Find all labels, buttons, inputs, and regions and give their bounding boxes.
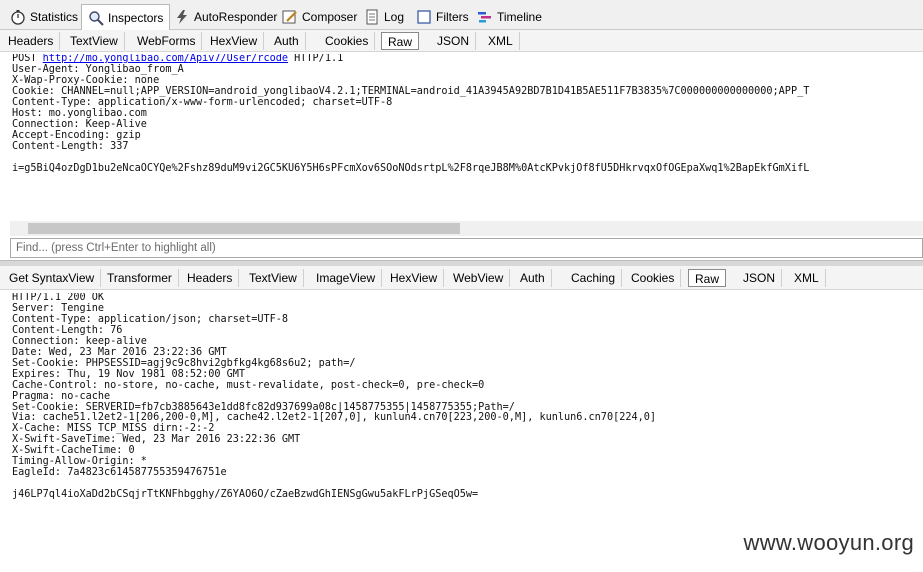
request-protocol: HTTP/1.1 xyxy=(288,54,344,64)
tab-timeline[interactable]: Timeline xyxy=(471,6,548,28)
response-tab-raw[interactable]: Raw xyxy=(688,269,727,287)
response-raw-text[interactable]: HTTP/1.1 200 OK Server: Tengine Content-Ty… xyxy=(12,293,923,563)
request-tab-xml[interactable]: XML xyxy=(482,32,520,50)
find-input[interactable]: Find... (press Ctrl+Enter to highlight a… xyxy=(10,238,923,258)
request-tab-auth[interactable]: Auth xyxy=(268,32,306,50)
response-header-line: Expires: Thu, 19 Nov 1981 08:52:00 GMT xyxy=(12,368,246,380)
response-header-line: X-Swift-SaveTime: Wed, 23 Mar 2016 23:22… xyxy=(12,434,301,446)
request-method: POST xyxy=(12,54,43,64)
request-tab-headers[interactable]: Headers xyxy=(2,32,61,50)
request-header-line: Accept-Encoding: gzip xyxy=(12,129,141,141)
main-tab-bar: Statistics Inspectors AutoResponder Comp… xyxy=(0,0,923,30)
stopwatch-icon xyxy=(10,9,26,25)
tab-filters[interactable]: Filters xyxy=(410,6,475,28)
request-header-line: Host: mo.yonglibao.com xyxy=(12,107,147,119)
response-header-line: X-Swift-CacheTime: 0 xyxy=(12,445,135,457)
request-raw-text[interactable]: POST http://mo.yonglibao.com/Apiv7/User/… xyxy=(12,54,923,220)
response-tab-caching[interactable]: Caching xyxy=(565,269,623,287)
request-header-line: Content-Type: application/x-www-form-url… xyxy=(12,96,393,108)
response-tab-auth[interactable]: Auth xyxy=(514,269,552,287)
request-tab-textview[interactable]: TextView xyxy=(64,32,125,50)
timeline-icon xyxy=(477,9,493,25)
response-body-line: j46LP7ql4ioXaDd2bCSqjrTtKNFhbgghy/Z6YAO6… xyxy=(12,489,479,501)
response-tab-textview[interactable]: TextView xyxy=(243,269,304,287)
response-header-line: EagleId: 7a4823c614587755359476751e xyxy=(12,467,227,479)
request-blank-line xyxy=(12,153,923,164)
checkbox-icon xyxy=(416,9,432,25)
request-tab-raw[interactable]: Raw xyxy=(381,32,420,50)
response-tab-webview[interactable]: WebView xyxy=(447,269,511,287)
request-header-line: Content-Length: 337 xyxy=(12,140,129,152)
response-tab-json[interactable]: JSON xyxy=(737,269,783,287)
watermark: www.wooyun.org xyxy=(743,530,914,555)
response-tab-headers[interactable]: Headers xyxy=(181,269,240,287)
response-tab-transformer[interactable]: Transformer xyxy=(101,269,179,287)
tab-label: Composer xyxy=(302,10,358,24)
request-tab-cookies[interactable]: Cookies xyxy=(319,32,376,50)
response-tab-hexview[interactable]: HexView xyxy=(384,269,445,287)
request-tab-hexview[interactable]: HexView xyxy=(204,32,265,50)
scrollbar-thumb[interactable] xyxy=(28,223,460,234)
tab-label: Log xyxy=(384,10,405,24)
magnifier-icon xyxy=(88,10,104,26)
response-tab-cookies[interactable]: Cookies xyxy=(625,269,682,287)
tab-log[interactable]: Log xyxy=(358,6,410,28)
request-tab-json[interactable]: JSON xyxy=(431,32,477,50)
document-icon xyxy=(364,9,380,25)
tab-composer[interactable]: Composer xyxy=(276,6,363,28)
response-tab-bar: Get SyntaxView Transformer Headers TextV… xyxy=(0,266,923,290)
tab-autoresponder[interactable]: AutoResponder xyxy=(168,6,283,28)
tab-label: Filters xyxy=(436,10,469,24)
response-status-line: HTTP/1.1 200 OK xyxy=(12,293,105,303)
response-header-line: Content-Length: 76 xyxy=(12,324,123,336)
request-horizontal-scrollbar[interactable] xyxy=(10,221,923,236)
response-tab-get-syntaxview[interactable]: Get SyntaxView xyxy=(3,269,102,287)
request-body-line: i=g5BiQ4ozDgD1bu2eNcaOCYQe%2Fshz89duM9vi… xyxy=(12,162,810,174)
tab-inspectors[interactable]: Inspectors xyxy=(81,4,171,30)
lightning-icon xyxy=(174,9,190,25)
response-header-line: Pragma: no-cache xyxy=(12,390,111,402)
tab-label: Timeline xyxy=(497,10,542,24)
request-tab-bar: Headers TextView WebForms HexView Auth C… xyxy=(0,30,923,52)
response-tab-xml[interactable]: XML xyxy=(788,269,826,287)
tab-label: Statistics xyxy=(30,10,79,24)
response-header-line: Cache-Control: no-store, no-cache, must-… xyxy=(12,379,485,391)
response-tab-imageview[interactable]: ImageView xyxy=(310,269,383,287)
tab-label: AutoResponder xyxy=(194,10,278,24)
pencil-icon xyxy=(282,9,298,25)
request-header-line: Connection: Keep-Alive xyxy=(12,118,147,130)
request-tab-webforms[interactable]: WebForms xyxy=(131,32,203,50)
request-url-link[interactable]: http://mo.yonglibao.com/Apiv7/User/rcode xyxy=(43,54,288,64)
tab-statistics[interactable]: Statistics xyxy=(4,6,84,28)
response-header-line: Content-Type: application/json; charset=… xyxy=(12,313,289,325)
tab-label: Inspectors xyxy=(108,10,164,25)
